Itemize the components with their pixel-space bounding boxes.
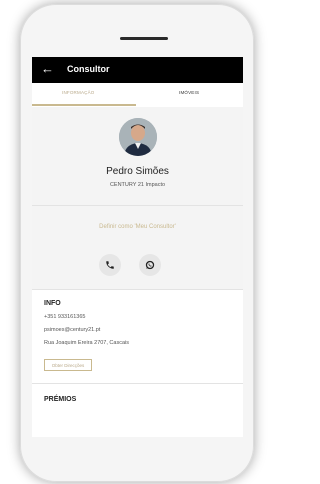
email-address[interactable]: psimoes@century21.pt [44,327,100,333]
whatsapp-button[interactable] [139,254,161,276]
awards-heading: PRÉMIOS [44,396,77,403]
set-my-consultant-link[interactable]: Definir como 'Meu Consultor' [32,224,243,230]
app-screen: ← Consultor Informação Imóveis Pedro Sim… [32,57,243,437]
phone-number[interactable]: +351 933161365 [44,314,85,320]
info-section: INFO +351 933161365 psimoes@century21.pt… [32,289,243,384]
office-address: Rua Joaquim Ereira 2707, Cascais [44,340,129,346]
consultant-name: Pedro Simões [106,166,169,177]
get-directions-button[interactable]: Obter Direcções [44,359,92,371]
phone-icon [106,261,114,269]
top-app-bar: ← Consultor [32,57,243,83]
awards-section: PRÉMIOS [32,383,243,437]
info-heading: INFO [44,300,61,307]
phone-speaker [120,37,168,40]
call-button[interactable] [99,254,121,276]
tab-imoveis[interactable]: Imóveis [179,90,199,95]
profile-card: Pedro Simões CENTURY 21 Impacto [32,107,243,205]
avatar [119,118,157,156]
page-title: Consultor [67,64,110,74]
consultant-company: CENTURY 21 Impacto [109,182,166,188]
active-tab-indicator [32,104,136,106]
arrow-left-icon[interactable]: ← [41,61,54,77]
whatsapp-icon [145,260,155,270]
tab-informacao[interactable]: Informação [62,90,95,95]
contact-actions: Definir como 'Meu Consultor' [32,205,243,290]
tab-bar: Informação Imóveis [32,83,243,107]
